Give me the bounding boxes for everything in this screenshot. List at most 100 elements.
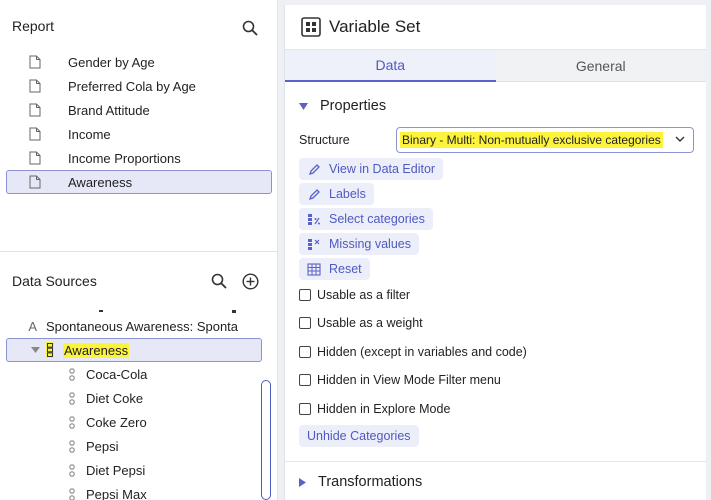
button-label: Select categories [329,212,425,226]
binary-variable-icon [6,415,86,429]
document-icon [29,127,41,141]
report-item-preferred-cola[interactable]: Preferred Cola by Age [6,74,272,98]
tree-item-label: Spontaneous Awareness: Sponta [46,318,239,334]
missing-values-icon [307,237,321,251]
hidden-explore-mode-checkbox[interactable]: Hidden in Explore Mode [299,402,450,416]
tree-item-label: Coca-Cola [86,366,148,382]
hidden-checkbox[interactable]: Hidden (except in variables and code) [299,345,527,359]
document-icon [29,103,41,117]
report-title: Report [12,18,55,34]
report-item-label: Awareness [68,174,133,190]
binary-variable-icon [6,463,86,477]
tree-child-diet-pepsi[interactable]: Diet Pepsi [6,458,262,482]
checkbox-label: Usable as a filter [317,288,411,302]
tree-child-coke-zero[interactable]: Coke Zero [6,410,262,434]
labels-button[interactable]: Labels [299,183,374,205]
report-item-income-proportions[interactable]: Income Proportions [6,146,272,170]
variable-set-icon [46,342,54,358]
tree-child-coca-cola[interactable]: Coca-Cola [6,362,262,386]
data-sources-title: Data Sources [12,273,97,289]
tree-item-label: Coke Zero [86,414,147,430]
button-label: Missing values [329,237,411,251]
tree-item-label: Pepsi [86,438,119,454]
button-label: Reset [329,262,362,276]
report-item-label: Preferred Cola by Age [68,78,196,94]
checkbox-box[interactable] [299,403,311,415]
button-label: Labels [329,187,366,201]
report-item-gender-by-age[interactable]: Gender by Age [6,50,272,74]
panel-tabs: Data General [285,50,706,82]
data-sources-tree: A Spontaneous Awareness: Sponta Awarenes… [6,306,262,500]
usable-as-weight-checkbox[interactable]: Usable as a weight [299,316,423,330]
checkbox-box[interactable] [299,346,311,358]
document-icon [29,79,41,93]
select-categories-icon [307,212,321,226]
document-icon [29,151,41,165]
report-item-label: Income [68,126,111,142]
tree-item-label: Diet Coke [86,390,144,406]
checkbox-label: Usable as a weight [317,316,423,330]
binary-variable-icon [6,439,86,453]
report-panel: Report Gender by Age Preferred Cola by A… [0,0,278,252]
binary-variable-icon [6,487,86,500]
structure-select[interactable]: Binary - Multi: Non-mutually exclusive c… [396,127,694,153]
transformations-label: Transformations [318,474,423,490]
structure-value: Binary - Multi: Non-mutually exclusive c… [400,132,663,148]
tab-general[interactable]: General [495,50,706,82]
properties-section-header[interactable]: Properties [299,98,386,114]
chevron-down-icon [299,102,308,110]
properties-label: Properties [320,98,387,114]
add-circle-icon[interactable] [240,271,260,291]
button-label: View in Data Editor [329,162,436,176]
view-in-data-editor-button[interactable]: View in Data Editor [299,158,444,180]
expand-caret-icon[interactable] [25,347,45,353]
tree-child-diet-coke[interactable]: Diet Coke [6,386,262,410]
tree-scrollbar[interactable] [261,380,271,500]
search-icon[interactable] [209,271,229,291]
select-categories-button[interactable]: Select categories [299,208,433,230]
binary-variable-icon [6,391,86,405]
variable-set-grid-icon [301,17,321,37]
report-item-label: Gender by Age [68,54,155,70]
report-item-label: Income Proportions [68,150,181,166]
button-label: Unhide Categories [307,429,411,443]
panel-header: Variable Set [285,5,706,50]
checkbox-box[interactable] [299,374,311,386]
checkbox-label: Hidden in View Mode Filter menu [317,373,501,387]
panel-title: Variable Set [329,17,421,36]
left-sidebar: Report Gender by Age Preferred Cola by A… [0,0,278,500]
report-item-label: Brand Attitude [68,102,150,118]
text-variable-icon: A [28,318,37,334]
reset-button[interactable]: Reset [299,258,370,280]
report-item-brand-attitude[interactable]: Brand Attitude [6,98,272,122]
report-item-awareness[interactable]: Awareness [6,170,272,194]
checkbox-label: Hidden (except in variables and code) [317,345,527,359]
data-sources-panel: Data Sources A Spontaneous Awareness: Sp… [0,252,278,500]
report-list: Gender by Age Preferred Cola by Age Bran… [6,50,272,194]
tree-item-label: Diet Pepsi [86,462,146,478]
section-divider [285,461,707,462]
clipped-tree-row [6,306,262,314]
tab-data[interactable]: Data [285,50,496,82]
transformations-section-header[interactable]: Transformations [299,474,422,490]
checkbox-box[interactable] [299,317,311,329]
chevron-right-icon [299,477,306,487]
checkbox-label: Hidden in Explore Mode [317,402,451,416]
tree-item-spontaneous-awareness[interactable]: A Spontaneous Awareness: Sponta [6,314,262,338]
pencil-icon [307,187,321,201]
checkbox-box[interactable] [299,289,311,301]
report-item-income[interactable]: Income [6,122,272,146]
search-icon[interactable] [240,18,260,38]
binary-variable-icon [6,367,86,381]
tree-child-pepsi[interactable]: Pepsi [6,434,262,458]
usable-as-filter-checkbox[interactable]: Usable as a filter [299,288,410,302]
tree-item-awareness[interactable]: Awareness [6,338,262,362]
hidden-view-mode-checkbox[interactable]: Hidden in View Mode Filter menu [299,373,501,387]
document-icon [29,175,41,189]
pencil-icon [307,162,321,176]
table-grid-icon [307,262,321,276]
tree-child-pepsi-max[interactable]: Pepsi Max [6,482,262,500]
unhide-categories-button[interactable]: Unhide Categories [299,425,419,447]
missing-values-button[interactable]: Missing values [299,233,419,255]
tree-item-label: Pepsi Max [86,486,147,500]
